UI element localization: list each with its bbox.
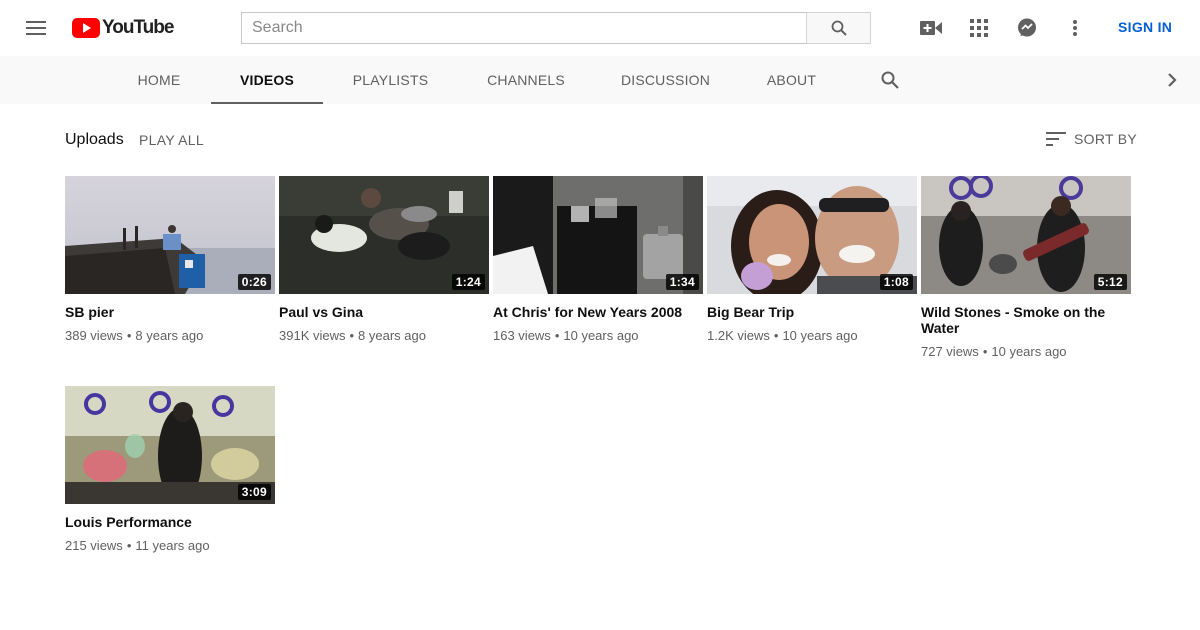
video-metadata: 389 views • 8 years ago <box>65 328 275 344</box>
youtube-logo[interactable]: YouTube <box>72 17 174 39</box>
meta-separator: • <box>126 328 132 343</box>
video-card[interactable]: 1:08 Big Bear Trip 1.2K views • 10 years a… <box>707 176 917 344</box>
video-metadata: 727 views • 10 years ago <box>921 344 1131 360</box>
meta-separator: • <box>554 328 560 343</box>
video-title[interactable]: Wild Stones - Smoke on the Water <box>921 304 1131 336</box>
play-logo-icon <box>72 18 100 38</box>
view-count: 215 views <box>65 538 123 553</box>
tab-discussion[interactable]: DISCUSSION <box>614 56 717 104</box>
sort-by-label: SORT BY <box>1074 131 1138 147</box>
chevron-right-icon <box>1168 73 1177 87</box>
tab-home[interactable]: HOME <box>127 56 191 104</box>
search-icon <box>881 71 899 89</box>
view-count: 389 views <box>65 328 123 343</box>
video-metadata: 391K views • 8 years ago <box>279 328 489 344</box>
video-thumbnail[interactable]: 1:24 <box>279 176 489 294</box>
video-title[interactable]: Big Bear Trip <box>707 304 917 320</box>
sort-by-button[interactable]: SORT BY <box>1046 128 1137 150</box>
sort-lines-icon <box>1046 132 1066 146</box>
video-metadata: 215 views • 11 years ago <box>65 538 275 554</box>
video-title[interactable]: Paul vs Gina <box>279 304 489 320</box>
video-thumbnail[interactable]: 3:09 <box>65 386 275 504</box>
view-count: 1.2K views <box>707 328 770 343</box>
guide-menu-button[interactable] <box>20 12 52 44</box>
video-duration: 1:08 <box>879 274 913 290</box>
sign-in-button[interactable]: SIGN IN <box>1106 17 1184 37</box>
messages-button[interactable] <box>1015 16 1039 40</box>
video-thumbnail[interactable]: 0:26 <box>65 176 275 294</box>
channel-tabs: HOME VIDEOS PLAYLISTS CHANNELS DISCUSSIO… <box>0 56 1200 104</box>
channel-search-button[interactable] <box>878 68 902 92</box>
settings-menu-button[interactable] <box>1063 16 1087 40</box>
video-duration: 0:26 <box>237 274 271 290</box>
meta-separator: • <box>126 538 132 553</box>
apps-button[interactable] <box>967 16 991 40</box>
video-card[interactable]: 5:12 Wild Stones - Smoke on the Water 72… <box>921 176 1131 360</box>
view-count: 163 views <box>493 328 551 343</box>
hamburger-menu-icon <box>26 21 46 35</box>
play-all-button[interactable]: PLAY ALL <box>139 132 204 148</box>
video-metadata: 163 views • 10 years ago <box>493 328 703 344</box>
logo-text: YouTube <box>102 17 174 38</box>
view-count: 727 views <box>921 344 979 359</box>
search-icon <box>831 20 847 36</box>
search-box <box>241 12 807 44</box>
search-button[interactable] <box>806 12 871 44</box>
tabs-scroll-right-button[interactable] <box>1160 68 1184 92</box>
video-duration: 5:12 <box>1093 274 1127 290</box>
video-duration: 3:09 <box>237 484 271 500</box>
create-video-button[interactable] <box>919 16 943 40</box>
video-card[interactable]: 1:34 At Chris' for New Years 2008 163 vi… <box>493 176 703 344</box>
tab-playlists[interactable]: PLAYLISTS <box>343 56 438 104</box>
upload-age: 8 years ago <box>135 328 204 343</box>
video-title[interactable]: SB pier <box>65 304 275 320</box>
video-duration: 1:24 <box>451 274 485 290</box>
video-title[interactable]: At Chris' for New Years 2008 <box>493 304 703 320</box>
tab-videos[interactable]: VIDEOS <box>211 56 323 104</box>
video-thumbnail[interactable]: 5:12 <box>921 176 1131 294</box>
video-camera-plus-icon <box>920 21 942 35</box>
upload-age: 10 years ago <box>782 328 858 343</box>
meta-separator: • <box>982 344 988 359</box>
grid-apps-icon <box>970 19 988 37</box>
view-count: 391K views <box>279 328 346 343</box>
upload-age: 11 years ago <box>135 538 210 553</box>
video-card[interactable]: 0:26 SB pier 389 views • 8 years ago <box>65 176 275 344</box>
video-duration: 1:34 <box>665 274 699 290</box>
vertical-dots-icon <box>1073 20 1077 36</box>
tab-channels[interactable]: CHANNELS <box>478 56 574 104</box>
upload-age: 10 years ago <box>991 344 1067 359</box>
meta-separator: • <box>773 328 779 343</box>
video-metadata: 1.2K views • 10 years ago <box>707 328 917 344</box>
video-thumbnail[interactable]: 1:08 <box>707 176 917 294</box>
upload-age: 8 years ago <box>358 328 426 343</box>
meta-separator: • <box>349 328 355 343</box>
tab-about[interactable]: ABOUT <box>757 56 826 104</box>
video-title[interactable]: Louis Performance <box>65 514 275 530</box>
chat-bubble-icon <box>1018 18 1036 37</box>
video-card[interactable]: 1:24 Paul vs Gina 391K views • 8 years ago <box>279 176 489 344</box>
masthead: YouTube Search SIGN IN <box>0 0 1200 56</box>
upload-age: 10 years ago <box>563 328 639 343</box>
video-thumbnail[interactable]: 1:34 <box>493 176 703 294</box>
search-input[interactable] <box>242 13 807 43</box>
section-title: Uploads <box>65 131 124 148</box>
video-card[interactable]: 3:09 Louis Performance 215 views • 11 year… <box>65 386 275 554</box>
